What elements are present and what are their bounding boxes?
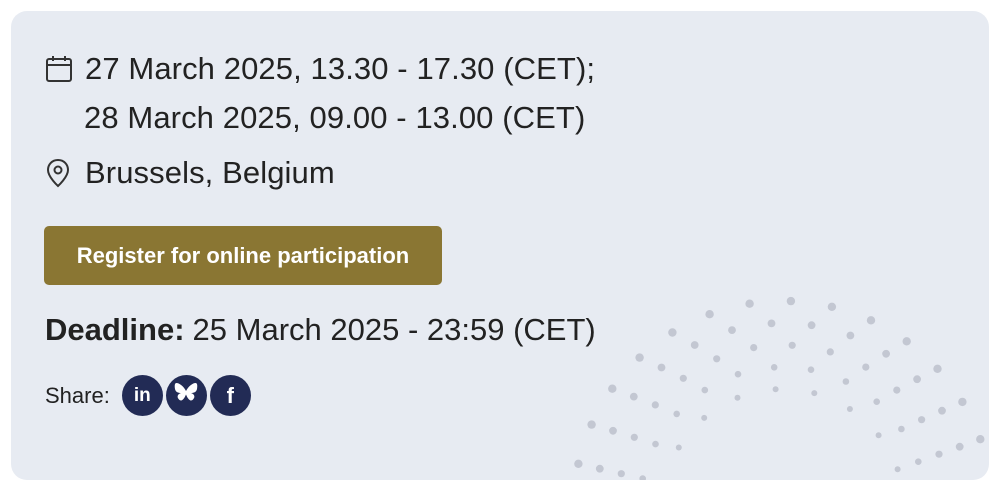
calendar-icon	[45, 53, 75, 85]
event-info-card: 27 March 2025, 13.30 - 17.30 (CET); 28 M…	[11, 11, 989, 480]
facebook-share-button[interactable]: f	[209, 375, 251, 416]
share-label: Share:	[45, 382, 110, 408]
linkedin-icon: in	[133, 384, 151, 406]
butterfly-icon	[174, 382, 198, 409]
event-date-line-1: 27 March 2025, 13.30 - 17.30 (CET);	[85, 51, 596, 86]
deadline-label: Deadline:	[45, 312, 185, 347]
event-date-row: 27 March 2025, 13.30 - 17.30 (CET);	[45, 51, 595, 87]
deadline-value: 25 March 2025 - 23:59 (CET)	[192, 312, 596, 347]
event-date-row-2: 28 March 2025, 09.00 - 13.00 (CET)	[84, 100, 585, 136]
event-location: Brussels, Belgium	[85, 155, 335, 190]
register-button-label: Register for online participation	[76, 242, 410, 268]
register-online-button[interactable]: Register for online participation	[44, 226, 442, 285]
deadline: Deadline: 25 March 2025 - 23:59 (CET)	[45, 312, 596, 348]
bluesky-share-button[interactable]	[165, 375, 207, 416]
share-bar: Share: in f	[45, 375, 254, 416]
event-location-row: Brussels, Belgium	[45, 155, 335, 191]
facebook-icon: f	[226, 382, 234, 408]
event-date-line-2: 28 March 2025, 09.00 - 13.00 (CET)	[84, 100, 586, 135]
map-pin-icon	[45, 157, 75, 189]
linkedin-share-button[interactable]: in	[121, 375, 163, 416]
